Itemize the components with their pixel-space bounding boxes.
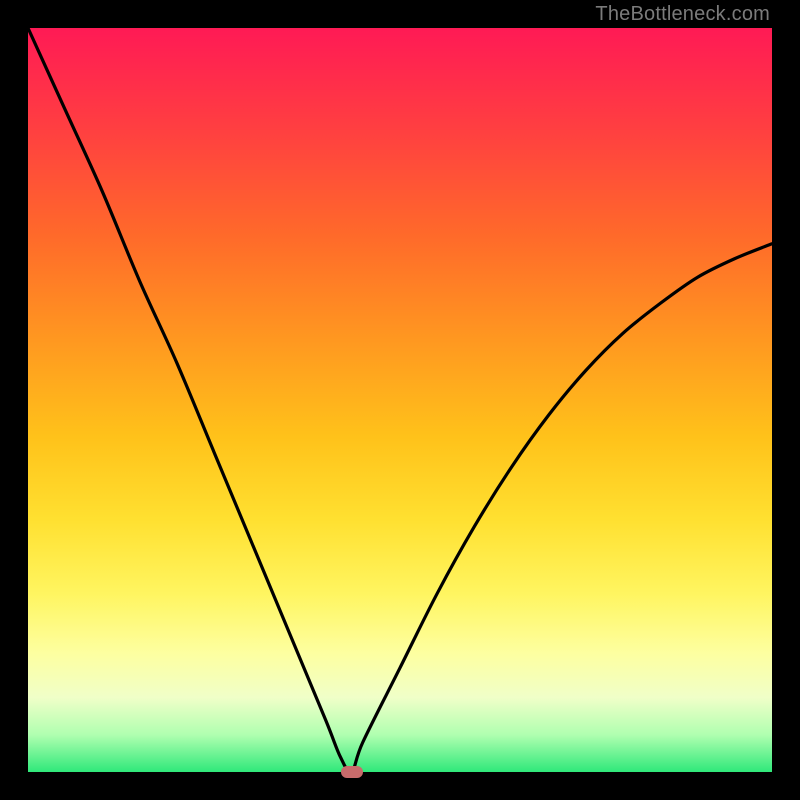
plot-area	[28, 28, 772, 772]
optimum-marker	[341, 766, 363, 778]
bottleneck-curve	[28, 28, 772, 772]
chart-frame: TheBottleneck.com	[0, 0, 800, 800]
curve-path	[28, 28, 772, 772]
watermark-label: TheBottleneck.com	[595, 0, 770, 28]
